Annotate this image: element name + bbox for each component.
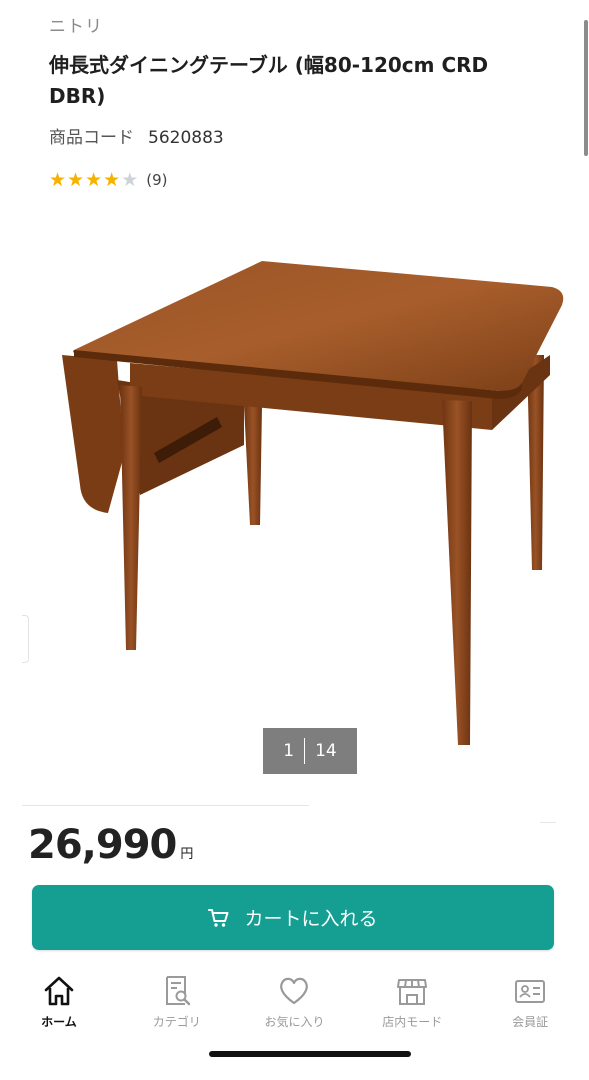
tab-home[interactable]: ホーム [0, 970, 118, 1040]
heart-icon [280, 977, 309, 1005]
tab-label: 店内モード [382, 1015, 443, 1029]
tab-label: 会員証 [512, 1015, 549, 1029]
product-image[interactable] [22, 205, 589, 805]
tab-label: ホーム [41, 1015, 77, 1029]
tab-label: お気に入り [264, 1015, 325, 1029]
pager-current: 1 [283, 741, 295, 761]
star-icon: ★ [85, 169, 103, 191]
tab-store-mode[interactable]: 店内モード [353, 970, 471, 1040]
price: 26,990 円 [28, 822, 193, 868]
rating-stars: ★ ★ ★ ★ ★ [49, 170, 138, 190]
tab-favorites[interactable]: お気に入り [236, 970, 354, 1040]
category-search-icon [165, 976, 190, 1006]
pager-total: 14 [315, 741, 337, 761]
product-code-label: 商品コード [49, 128, 134, 148]
star-icon: ★ [103, 169, 121, 191]
tab-member-card[interactable]: 会員証 [471, 970, 589, 1040]
star-icon: ★ [67, 169, 85, 191]
pager-divider [304, 738, 306, 764]
price-currency: 円 [180, 847, 194, 862]
price-value: 26,990 [28, 822, 177, 868]
product-title: 伸長式ダイニングテーブル (幅80-120cm CRD DBR) [49, 53, 489, 108]
star-icon: ★ [49, 169, 67, 191]
add-to-cart-button[interactable]: カートに入れる [32, 885, 554, 950]
divider [540, 822, 556, 823]
bottom-tab-bar: ホーム カテゴリ お気に入り 店内モード 会員証 [0, 970, 589, 1040]
rating[interactable]: ★ ★ ★ ★ ★ (9) [49, 170, 167, 190]
member-card-icon [515, 980, 546, 1003]
review-count[interactable]: (9) [146, 171, 167, 189]
brand-name[interactable]: ニトリ [49, 12, 103, 37]
home-indicator[interactable] [209, 1051, 411, 1057]
product-code-row: 商品コード 5620883 [49, 123, 224, 148]
tab-label: カテゴリ [152, 1015, 201, 1029]
divider [22, 805, 309, 806]
store-icon [397, 979, 428, 1005]
product-code: 5620883 [148, 128, 224, 148]
star-empty-icon: ★ [121, 169, 139, 191]
table-illustration [62, 261, 564, 745]
prev-image-peek[interactable] [22, 615, 29, 663]
scrollbar[interactable] [584, 20, 588, 156]
cart-icon [208, 908, 229, 927]
home-icon [44, 976, 74, 1006]
add-to-cart-label: カートに入れる [244, 908, 378, 930]
tab-category[interactable]: カテゴリ [118, 970, 236, 1040]
gallery-pager: 1 14 [263, 728, 357, 774]
